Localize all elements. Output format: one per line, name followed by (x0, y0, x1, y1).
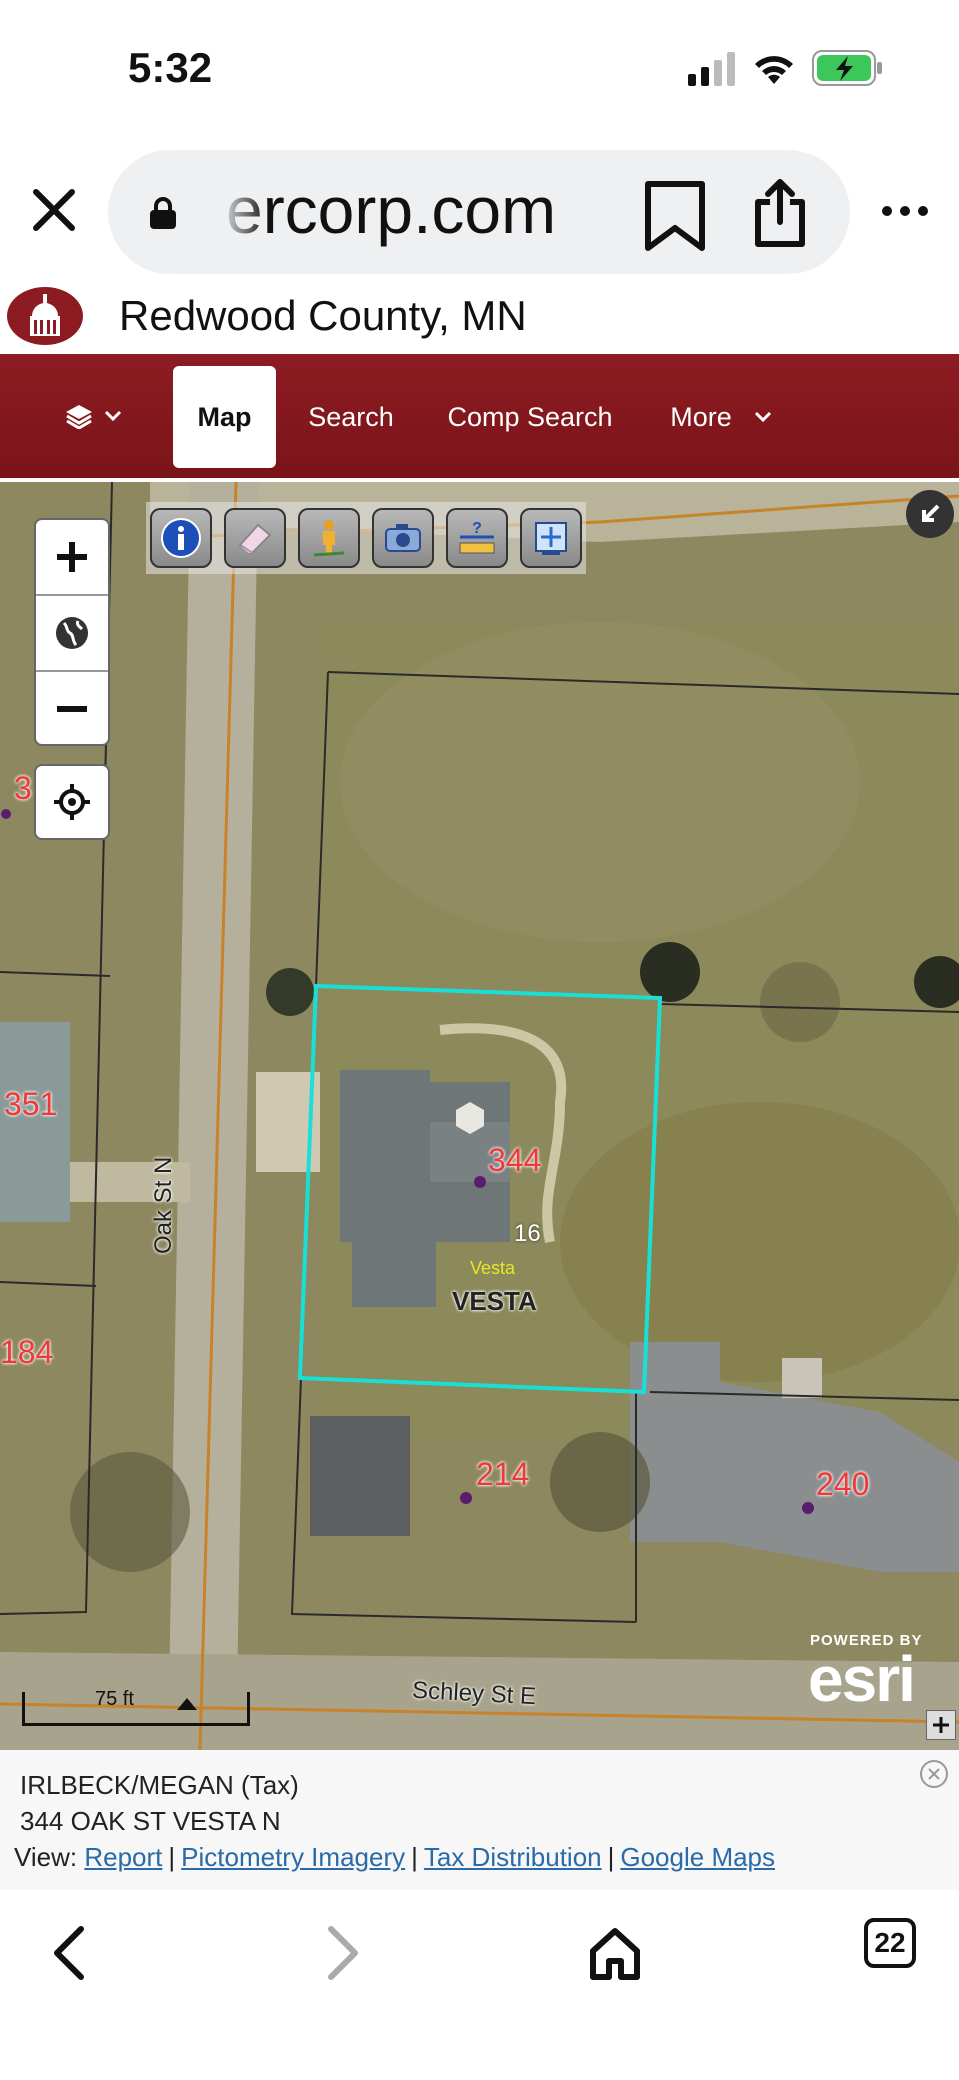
camera-icon (385, 524, 421, 552)
parcel-info-panel: IRLBECK/MEGAN (Tax) 344 OAK ST VESTA N V… (0, 1750, 959, 1890)
tab-comp-search[interactable]: Comp Search (432, 366, 628, 468)
home-icon (590, 1928, 640, 1980)
print-icon (535, 522, 567, 555)
more-options-icon[interactable] (880, 196, 930, 226)
report-link[interactable]: Report (84, 1842, 162, 1872)
tax-distribution-link[interactable]: Tax Distribution (424, 1842, 602, 1872)
locate-button[interactable] (34, 764, 110, 840)
info-icon (161, 518, 201, 558)
google-maps-link[interactable]: Google Maps (620, 1842, 775, 1872)
parcel-address: 344 OAK ST VESTA N (20, 1806, 281, 1836)
tab-more[interactable]: More (656, 366, 786, 468)
status-bar: 5:32 (0, 0, 959, 140)
layers-icon (66, 405, 92, 429)
imagery-tool-button[interactable] (372, 508, 434, 568)
view-label: View: (14, 1842, 78, 1872)
county-title: Redwood County, MN (119, 292, 527, 339)
map-viewer[interactable]: 3 351 344 184 214 240 16 Vesta VESTA Oak… (0, 482, 959, 1750)
battery-charging-icon (812, 50, 882, 86)
street-label-oak: Oak St N (150, 1156, 177, 1254)
home-button[interactable] (580, 1918, 650, 1988)
parcel-label: 3 (14, 770, 32, 806)
globe-icon (56, 617, 88, 649)
scale-text: 75 ft (95, 1688, 134, 1710)
close-icon (928, 1768, 940, 1780)
street-view-tool-button[interactable] (298, 508, 360, 568)
address-bar[interactable]: ercorp.com (108, 150, 850, 274)
pictometry-link[interactable]: Pictometry Imagery (181, 1842, 405, 1872)
browser-bottom-bar (0, 1890, 959, 2080)
zoom-controls (34, 518, 110, 746)
minus-icon (57, 706, 87, 712)
separator: | (607, 1842, 615, 1872)
zoom-out-button[interactable] (36, 672, 108, 746)
view-links: View: Report | Pictometry Imagery | Tax Dist… (14, 1842, 775, 1873)
forward-button[interactable] (308, 1918, 378, 1988)
layers-dropdown-button[interactable] (64, 384, 154, 448)
erase-tool-button[interactable] (224, 508, 286, 568)
collapse-map-button[interactable] (906, 490, 954, 538)
share-icon[interactable] (752, 178, 808, 248)
tab-map[interactable]: Map (173, 366, 276, 468)
tab-search[interactable]: Search (296, 366, 406, 468)
parcel-label: 184 (0, 1334, 54, 1370)
back-button[interactable] (34, 1918, 104, 1988)
person-icon (313, 520, 345, 557)
map-toolbar: ? (146, 502, 586, 574)
parcel-label: 214 (476, 1456, 530, 1492)
separator: | (168, 1842, 176, 1872)
measure-tool-button[interactable]: ? (446, 508, 508, 568)
lot-number-label: 16 (514, 1220, 541, 1247)
aerial-imagery (0, 482, 959, 1750)
plus-square-icon (933, 1717, 949, 1733)
scale-arrow-icon (177, 1698, 197, 1710)
crosshair-icon (54, 784, 90, 820)
site-header: Redwood County, MN (0, 282, 959, 354)
parcel-label: 240 (816, 1466, 870, 1502)
county-seal-logo (7, 287, 83, 345)
identify-tool-button[interactable] (150, 508, 212, 568)
print-tool-button[interactable] (520, 508, 582, 568)
scale-bar: 75 ft (22, 1688, 250, 1726)
url-text: ercorp.com (226, 173, 557, 247)
close-icon (33, 189, 75, 231)
plus-icon (57, 542, 87, 572)
chevron-down-icon (754, 411, 771, 423)
eraser-icon (238, 523, 272, 555)
measure-icon: ? (459, 520, 495, 554)
svg-text:?: ? (472, 520, 482, 537)
url-fade (218, 170, 268, 250)
expand-attribution-button[interactable] (926, 1710, 956, 1740)
city-label: VESTA (452, 1286, 537, 1316)
main-nav: Map Search Comp Search More (0, 354, 959, 480)
owner-name: IRLBECK/MEGAN (Tax) (20, 1770, 299, 1800)
lock-icon (150, 197, 176, 229)
wifi-icon (755, 56, 793, 84)
separator: | (411, 1842, 418, 1872)
parcel-label: 351 (4, 1086, 58, 1122)
close-tab-button[interactable] (26, 182, 82, 238)
home-extent-button[interactable] (36, 596, 108, 670)
zoom-in-button[interactable] (36, 520, 108, 594)
parcel-label: 344 (488, 1142, 542, 1178)
subdivision-label: Vesta (470, 1258, 516, 1278)
chevron-left-icon (54, 1926, 84, 1980)
esri-logo: POWERED BY esri (808, 1632, 954, 1715)
bookmark-icon[interactable] (642, 180, 708, 252)
chevron-right-icon (328, 1926, 358, 1980)
tab-more-label: More (670, 401, 732, 432)
close-info-button[interactable] (920, 1760, 948, 1788)
arrow-collapse-icon (922, 504, 940, 522)
chevron-down-icon (104, 410, 122, 422)
cellular-signal-icon (688, 52, 735, 86)
status-time: 5:32 (128, 44, 213, 91)
esri-wordmark: esri (808, 1643, 916, 1715)
tabs-count-button[interactable]: 22 (864, 1918, 916, 1968)
